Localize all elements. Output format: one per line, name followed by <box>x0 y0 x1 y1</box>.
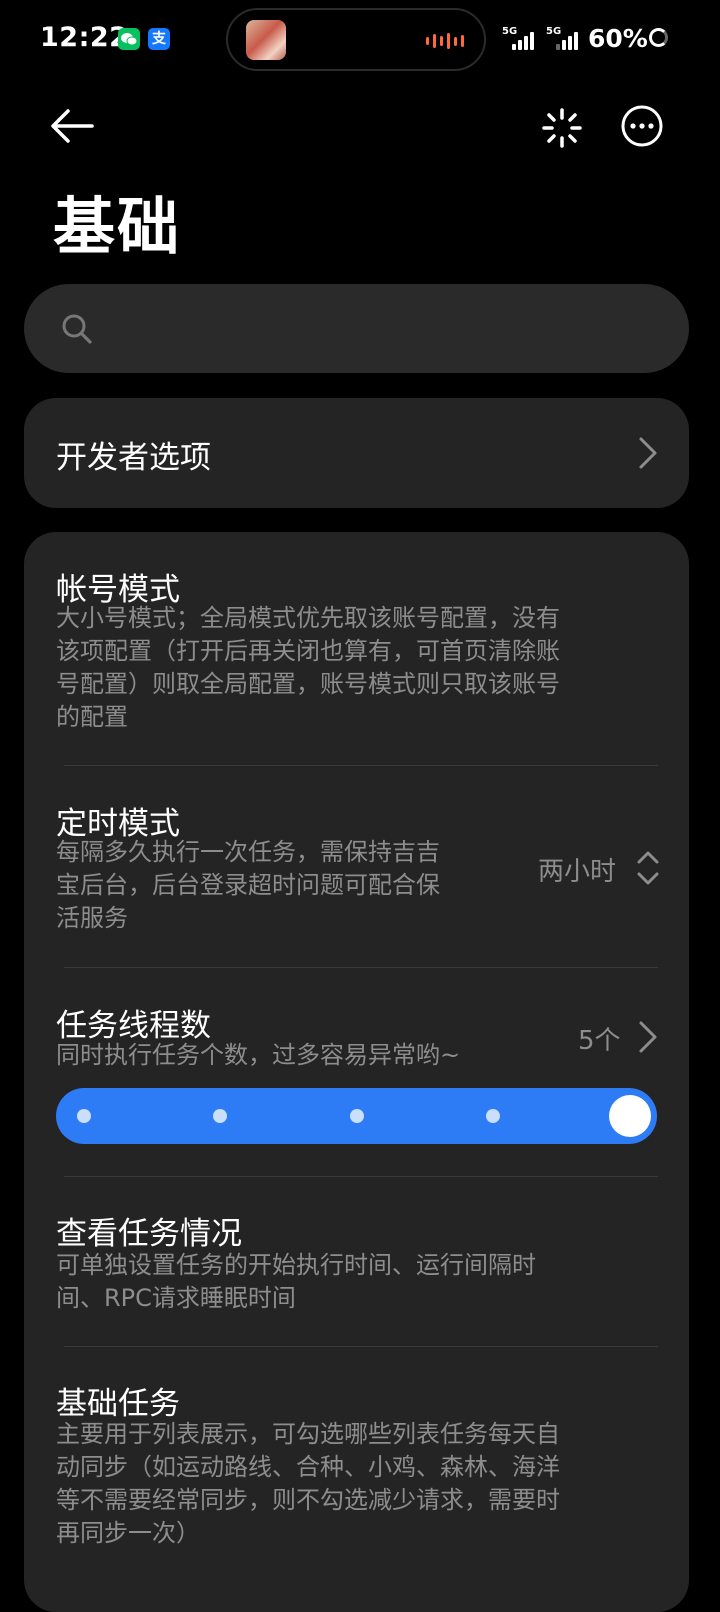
chevron-up-down-icon <box>637 851 659 885</box>
page-title: 基础 <box>53 190 182 263</box>
more-horizontal-icon <box>621 105 663 147</box>
sparkle-icon <box>542 108 582 148</box>
thread-count-slider[interactable] <box>56 1088 657 1144</box>
dynamic-island[interactable] <box>226 8 486 71</box>
account-mode-desc: 大小号模式；全局模式优先取该账号配置，没有 该项配置（打开后再关闭也算有，可首页… <box>56 604 560 731</box>
status-time: 12:22 <box>40 22 129 53</box>
search-bar[interactable] <box>24 284 689 373</box>
battery-level: 60% <box>588 24 648 53</box>
divider <box>64 1176 658 1177</box>
chevron-right-icon <box>639 437 657 469</box>
timer-mode-desc: 每隔多久执行一次任务，需保持吉吉 宝后台，后台登录超时问题可配合保 活服务 <box>56 838 440 932</box>
thread-count-desc: 同时执行任务个数，过多容易异常哟~ <box>56 1041 461 1069</box>
view-tasks-desc: 可单独设置任务的开始执行时间、运行间隔时 间、RPC请求睡眠时间 <box>56 1251 536 1312</box>
media-thumbnail <box>246 20 286 60</box>
search-input[interactable] <box>112 308 656 350</box>
wechat-icon <box>118 28 140 50</box>
developer-options-item[interactable]: 开发者选项 <box>24 398 689 508</box>
developer-options-label: 开发者选项 <box>56 440 211 476</box>
settings-card: 帐号模式 大小号模式；全局模式优先取该账号配置，没有 该项配置（打开后再关闭也算… <box>24 532 689 1612</box>
back-button[interactable] <box>48 104 96 148</box>
slider-step <box>486 1109 500 1123</box>
divider <box>64 1346 658 1347</box>
slider-step <box>350 1109 364 1123</box>
basic-tasks-desc: 主要用于列表展示，可勾选哪些列表任务每天自 动同步（如运动路线、合种、小鸡、森林… <box>56 1420 560 1547</box>
thread-count-value: 5个 <box>578 1026 621 1056</box>
audio-wave-icon <box>426 32 464 50</box>
arrow-left-icon <box>51 109 94 143</box>
divider <box>64 765 658 766</box>
chevron-right-icon <box>639 1021 657 1053</box>
sparkle-button[interactable] <box>540 106 584 150</box>
search-icon <box>62 314 92 344</box>
status-bar: 12:22 支 5G 5G 60% <box>0 0 720 80</box>
basic-tasks-title: 基础任务 <box>56 1386 180 1422</box>
battery-icon <box>649 28 668 47</box>
view-tasks-title: 查看任务情况 <box>56 1216 242 1252</box>
slider-thumb[interactable] <box>609 1095 651 1137</box>
alipay-icon: 支 <box>148 28 170 50</box>
slider-step <box>77 1109 91 1123</box>
slider-step <box>213 1109 227 1123</box>
more-button[interactable] <box>620 104 664 148</box>
timer-mode-value[interactable]: 两小时 <box>538 851 616 888</box>
divider <box>64 967 658 968</box>
